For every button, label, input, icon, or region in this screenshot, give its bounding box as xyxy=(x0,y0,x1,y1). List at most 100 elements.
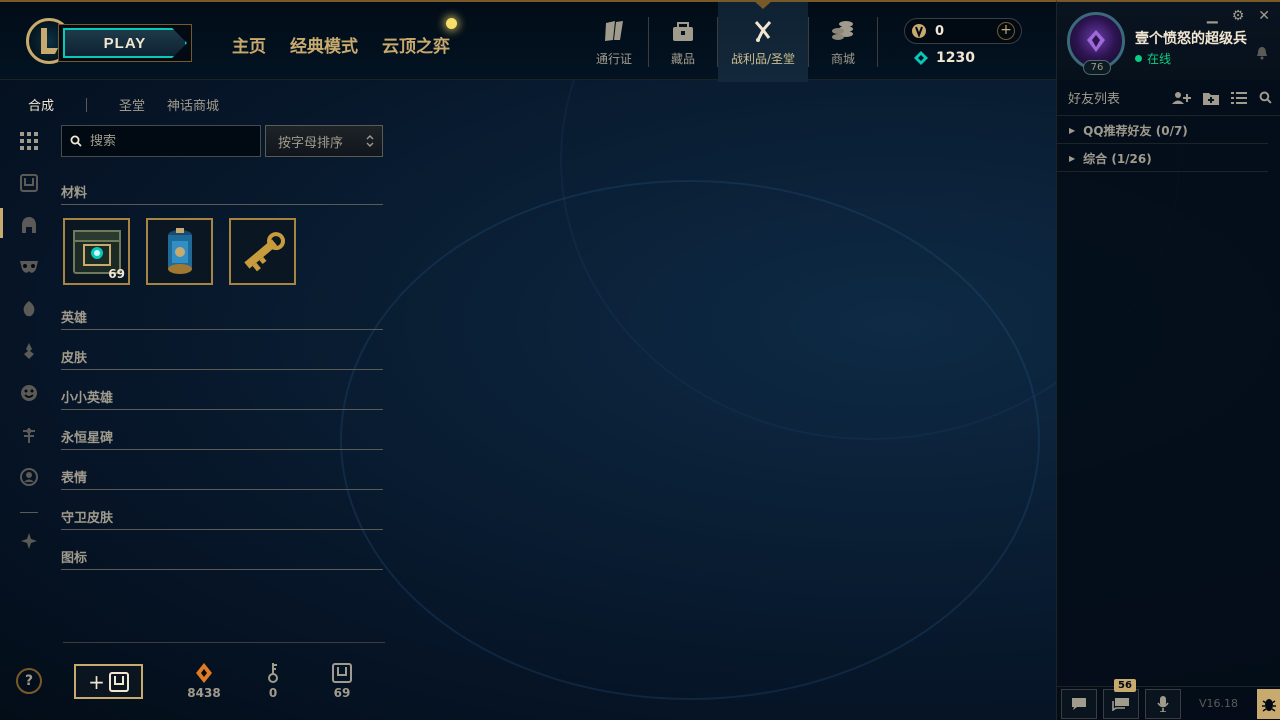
player-name[interactable]: 壹个愤怒的超级兵 xyxy=(1135,28,1247,48)
bug-report-button[interactable] xyxy=(1257,688,1280,719)
category-sidebar: ? xyxy=(0,82,58,720)
messages-count-badge: 56 xyxy=(1114,678,1136,692)
emote-category-icon[interactable] xyxy=(18,382,40,404)
status[interactable]: 在线 xyxy=(1135,50,1171,67)
main-nav: 主页 经典模式 云顶之弈 xyxy=(232,32,450,57)
category-eternals[interactable]: 永恒星碑 xyxy=(61,427,383,450)
bug-icon xyxy=(1262,698,1276,712)
loot-item-mystery-capsule[interactable] xyxy=(146,218,213,285)
nav-home[interactable]: 主页 xyxy=(232,32,266,57)
active-indicator xyxy=(0,208,3,238)
loot-item-key-fragment[interactable] xyxy=(229,218,296,285)
category-skins[interactable]: 皮肤 xyxy=(61,347,383,370)
microphone-icon xyxy=(1157,695,1169,712)
client-window: PLAY 主页 经典模式 云顶之弈 通行证 藏品 战利品/圣堂 商城 0 + 1… xyxy=(0,0,1280,720)
nav-pass[interactable]: 通行证 xyxy=(580,2,648,82)
store-icon xyxy=(832,20,853,40)
capsule-icon xyxy=(167,227,192,274)
key-fragment-icon xyxy=(243,231,285,271)
champion-category-icon[interactable] xyxy=(18,214,40,236)
chest-icon xyxy=(108,671,129,692)
blue-essence-icon xyxy=(914,51,928,65)
nav-tft[interactable]: 云顶之弈 xyxy=(382,32,450,57)
nav-collection-label: 藏品 xyxy=(670,51,695,66)
nav-collection[interactable]: 藏品 xyxy=(649,2,717,82)
craft-key-button[interactable]: + xyxy=(74,664,143,699)
profile-panel: 76 壹个愤怒的超级兵 在线 ▁ ⚙ ✕ xyxy=(1056,0,1280,80)
nav-loot-label: 战利品/圣堂 xyxy=(730,51,796,66)
chat-icon xyxy=(1072,697,1086,710)
plus-icon: + xyxy=(88,669,105,694)
divider xyxy=(877,17,878,67)
eternals-category-icon[interactable] xyxy=(18,340,40,362)
category-ward-skins[interactable]: 守卫皮肤 xyxy=(61,507,383,530)
tab-mythic-shop[interactable]: 神话商城 xyxy=(167,95,219,114)
all-items-icon[interactable] xyxy=(18,130,40,152)
nav-store-label: 商城 xyxy=(830,51,855,66)
expand-arrow-icon: ▶ xyxy=(1069,126,1076,135)
collection-icon xyxy=(673,21,693,41)
help-icon[interactable]: ? xyxy=(16,668,42,694)
tab-sanctum[interactable]: 圣堂 xyxy=(119,95,145,114)
category-emotes[interactable]: 表情 xyxy=(61,467,383,490)
category-icons[interactable]: 图标 xyxy=(61,547,383,570)
buy-rp-button[interactable]: + xyxy=(997,22,1015,40)
friend-group-qq[interactable]: ▶ QQ推荐好友 (0/7) xyxy=(1057,118,1268,144)
nav-loot[interactable]: 战利品/圣堂 xyxy=(718,0,808,82)
friend-group-general[interactable]: ▶ 综合 (1/26) xyxy=(1057,146,1268,172)
loot-item-count: 69 xyxy=(108,267,125,281)
divider xyxy=(63,642,385,643)
friends-footer: 56 V16.18 xyxy=(1057,678,1280,720)
nav-classic-mode[interactable]: 经典模式 xyxy=(290,32,358,57)
friends-title: 好友列表 xyxy=(1068,92,1121,107)
settings-icon[interactable]: ⚙ xyxy=(1232,8,1245,24)
summoner-icon xyxy=(1087,30,1105,52)
friend-group-label: 综合 (1/26) xyxy=(1083,152,1152,166)
messages-button[interactable]: 56 xyxy=(1103,678,1139,719)
skin-category-icon[interactable] xyxy=(18,256,40,278)
friends-header: 好友列表 xyxy=(1057,80,1280,116)
bell-icon[interactable] xyxy=(1256,46,1268,60)
play-button[interactable]: PLAY xyxy=(58,24,192,62)
search-icon xyxy=(70,135,82,147)
chat-button[interactable] xyxy=(1061,688,1097,719)
list-view-icon[interactable] xyxy=(1231,91,1247,105)
category-materials[interactable]: 材料 xyxy=(61,182,383,205)
icon-category-icon[interactable] xyxy=(18,466,40,488)
friends-panel: 好友列表 ▶ QQ推荐好友 (0/7) ▶ 综合 (1/26) 56 V16.1… xyxy=(1056,80,1280,720)
orange-essence-value: 8438 xyxy=(187,686,221,700)
close-icon[interactable]: ✕ xyxy=(1258,8,1270,24)
mythic-category-icon[interactable] xyxy=(18,530,40,552)
loot-item-hextech-chest[interactable]: 69 xyxy=(63,218,130,285)
keys: 0 xyxy=(253,660,293,700)
blue-essence: 1230 xyxy=(904,50,1022,66)
voice-button[interactable] xyxy=(1145,688,1181,719)
add-friend-icon[interactable] xyxy=(1171,91,1191,105)
blue-essence-value: 1230 xyxy=(936,50,975,66)
divider xyxy=(20,512,38,513)
chest-icon xyxy=(332,663,352,683)
search-input[interactable] xyxy=(90,133,250,149)
minimize-icon[interactable]: ▁ xyxy=(1207,8,1218,24)
category-champions[interactable]: 英雄 xyxy=(61,307,383,330)
little-legend-category-icon[interactable] xyxy=(18,298,40,320)
add-folder-icon[interactable] xyxy=(1203,91,1219,105)
key-icon xyxy=(268,663,278,683)
nav-icon-group: 通行证 藏品 战利品/圣堂 商城 xyxy=(580,0,878,82)
chest-category-icon[interactable] xyxy=(18,172,40,194)
chests: 69 xyxy=(322,660,362,700)
rp-icon xyxy=(912,24,926,38)
client-version: V16.18 xyxy=(1199,697,1239,710)
sort-dropdown[interactable]: 按字母排序 xyxy=(265,125,383,157)
friend-group-label: QQ推荐好友 (0/7) xyxy=(1083,124,1188,138)
search-icon[interactable] xyxy=(1259,91,1272,105)
currency-panel: 0 + 1230 xyxy=(904,18,1022,66)
friends-actions xyxy=(1171,91,1280,105)
ward-skin-category-icon[interactable] xyxy=(18,424,40,446)
orange-essence-icon xyxy=(196,663,212,683)
chests-value: 69 xyxy=(333,686,351,700)
orange-essence: 8438 xyxy=(184,660,224,700)
category-little-legends[interactable]: 小小英雄 xyxy=(61,387,383,410)
nav-store[interactable]: 商城 xyxy=(809,2,877,82)
search-box xyxy=(61,125,261,157)
